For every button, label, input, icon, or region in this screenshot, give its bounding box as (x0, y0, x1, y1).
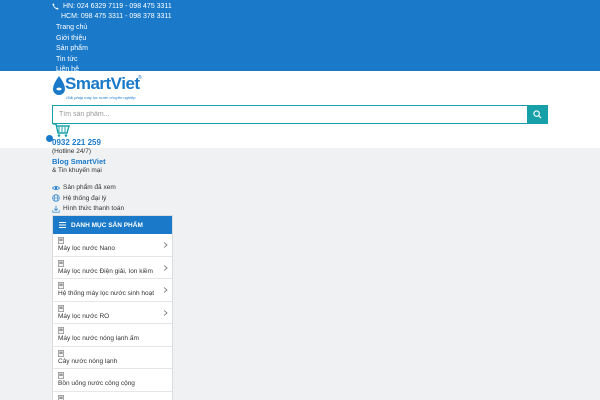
category-item-label: Máy lọc nước nóng lạnh ấm (58, 335, 139, 342)
category-item[interactable]: Máy lọc nước Điện giải, Ion kiềm (53, 257, 172, 279)
search-icon (532, 110, 542, 119)
broken-image-icon (58, 349, 64, 357)
contact-hn-text: HN: 024 6329 7119 - 098 475 3311 (63, 3, 172, 10)
link-payment[interactable]: Hình thức thanh toán (52, 204, 124, 214)
phone-icon (52, 3, 59, 10)
category-item-label: Bồn uống nước công cộng (58, 380, 135, 387)
globe-icon (52, 194, 60, 202)
category-item[interactable]: Hệ thống máy lọc nước sinh hoạt (53, 279, 172, 302)
blog-subtitle: & Tin khuyến mại (52, 167, 102, 174)
chevron-right-icon (163, 264, 168, 271)
category-item[interactable]: Cây nước nóng lạnh (53, 347, 172, 369)
category-menu: DANH MỤC SẢN PHẨM Máy lọc nước Nano Máy … (52, 215, 173, 400)
category-item-label: Máy lọc nước Nano (58, 245, 116, 252)
broken-image-icon (58, 372, 64, 379)
broken-image-icon (58, 282, 64, 289)
broken-image-icon (58, 394, 64, 400)
site-header: SmartViet ® Giải pháp máy lọc nước chuyê… (0, 71, 600, 174)
chevron-right-icon (163, 242, 168, 248)
link-dealers-label: Hệ thống đại lý (63, 194, 107, 202)
top-nav: Trang chủ Giới thiệu Sản phẩm Tin tức Li… (56, 23, 88, 75)
chevron-right-icon (163, 287, 168, 293)
category-item-label: Máy lọc nước RO (58, 312, 110, 320)
search-input[interactable] (53, 106, 527, 123)
category-item[interactable]: Bồn uống nước công cộng (53, 369, 172, 392)
search-bar (52, 105, 548, 124)
cart-icon[interactable] (52, 123, 70, 137)
download-icon (52, 205, 60, 213)
link-viewed-products-label: Sản phẩm đã xem (63, 184, 116, 192)
category-item[interactable]: Máy lọc nước RO (53, 302, 172, 324)
logo[interactable]: SmartViet ® Giải pháp máy lọc nước chuyê… (52, 74, 152, 104)
eye-icon (52, 185, 60, 190)
nav-home[interactable]: Trang chủ (56, 23, 88, 33)
top-bar: HN: 024 6329 7119 - 098 475 3311 HCM: 09… (0, 0, 600, 73)
category-item-label: Máy lọc nước Điện giải, Ion kiềm (58, 267, 153, 275)
category-item-label: Cây nước nóng lạnh (58, 357, 118, 365)
contact-hn: HN: 024 6329 7119 - 098 475 3311 (52, 3, 172, 10)
logo-text: SmartViet (65, 74, 140, 93)
hotline-note: (Hotline 24/7) (52, 148, 92, 155)
category-item[interactable]: Máy lọc nước nóng lạnh ấm (53, 324, 172, 347)
registered-mark: ® (138, 75, 142, 81)
nav-about[interactable]: Giới thiệu (56, 34, 88, 44)
broken-image-icon (58, 327, 64, 334)
contact-hcm-text: HCM: 098 475 3311 - 098 378 3311 (61, 13, 172, 20)
menu-icon (59, 222, 66, 228)
nav-news[interactable]: Tin tức (56, 55, 88, 65)
category-title: DANH MỤC SẢN PHẨM (71, 221, 143, 229)
hotline-number[interactable]: 0932 221 259 (52, 138, 101, 147)
search-button[interactable] (527, 106, 547, 123)
link-viewed-products[interactable]: Sản phẩm đã xem (52, 183, 124, 193)
category-header[interactable]: DANH MỤC SẢN PHẨM (53, 216, 172, 234)
blog-link[interactable]: Blog SmartViet (52, 157, 106, 166)
logo-tagline: Giải pháp máy lọc nước chuyên nghiệp (66, 95, 136, 100)
nav-products[interactable]: Sản phẩm (56, 44, 88, 54)
broken-image-icon (58, 304, 64, 312)
link-dealers[interactable]: Hệ thống đại lý (52, 194, 124, 204)
quick-links: Sản phẩm đã xem Hệ thống đại lý Hình thứ… (52, 183, 124, 214)
category-item[interactable] (53, 392, 172, 400)
water-drop-icon (53, 76, 65, 95)
chevron-right-icon (163, 309, 168, 316)
broken-image-icon (58, 237, 64, 244)
link-payment-label: Hình thức thanh toán (63, 205, 125, 213)
category-item[interactable]: Máy lọc nước Nano (53, 234, 172, 257)
category-item-label: Hệ thống máy lọc nước sinh hoạt (58, 290, 155, 297)
contact-hcm: HCM: 098 475 3311 - 098 378 3311 (52, 13, 172, 20)
broken-image-icon (58, 259, 64, 267)
